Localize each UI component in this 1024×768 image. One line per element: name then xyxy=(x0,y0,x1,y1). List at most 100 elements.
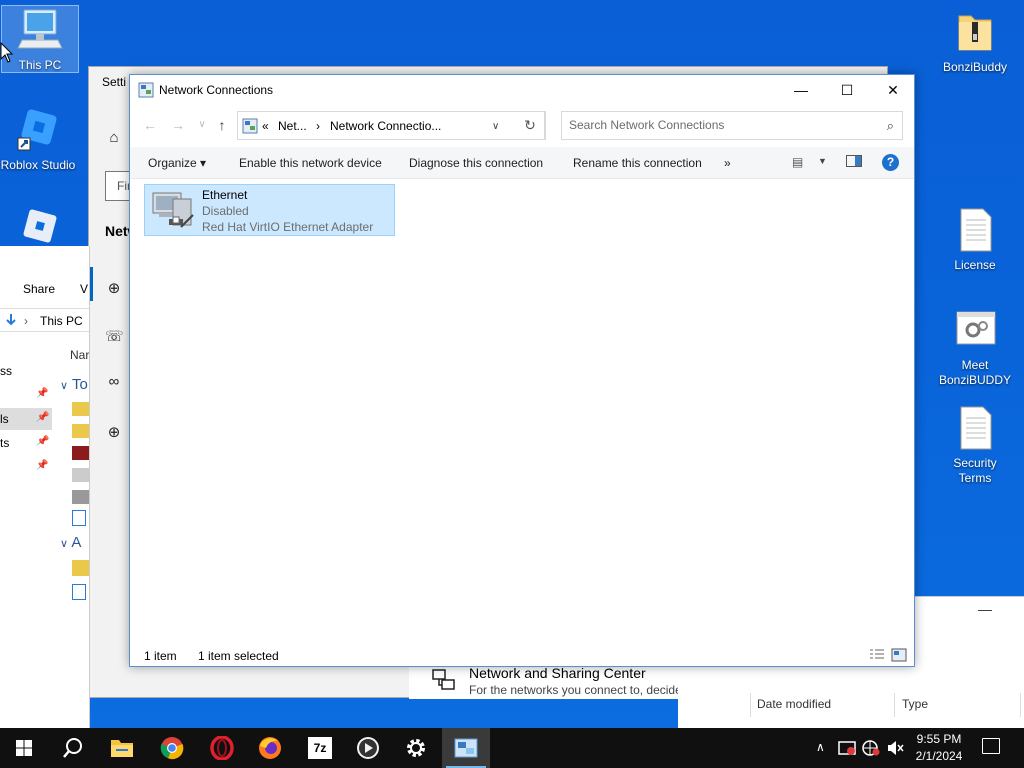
change-view-button[interactable]: ▤ xyxy=(792,155,803,169)
network-connections-app-icon xyxy=(138,82,154,98)
organize-button[interactable]: Organize ▾ xyxy=(148,156,206,170)
network-adapter-ethernet[interactable]: Ethernet Disabled Red Hat VirtIO Etherne… xyxy=(144,184,395,236)
taskbar-file-explorer[interactable] xyxy=(98,728,146,768)
network-connections-icon xyxy=(454,738,478,758)
details-view-icon[interactable] xyxy=(869,648,885,662)
desktop-icon-bonzibuddy[interactable]: BonziBuddy xyxy=(937,8,1013,75)
preview-pane-button[interactable] xyxy=(846,155,862,167)
desktop-icon-label: Meet BonziBUDDY xyxy=(938,358,1012,387)
network-connections-window[interactable]: Network Connections — ☐ ✕ ← → ∨ ↑ « Net.… xyxy=(129,74,915,667)
item-count: 1 item xyxy=(144,649,177,663)
recent-locations-button[interactable]: ∨ xyxy=(192,119,212,137)
defender-tray-icon[interactable] xyxy=(838,740,856,759)
taskbar-7zip[interactable]: 7z xyxy=(296,728,344,768)
network-tray-icon[interactable] xyxy=(862,740,880,759)
tiles-view-icon[interactable] xyxy=(891,648,907,662)
desktop-icon-label: License xyxy=(954,258,996,272)
search-box[interactable]: ⌕ xyxy=(561,111,903,140)
firefox-icon xyxy=(259,737,281,759)
taskbar-media-player[interactable] xyxy=(344,728,392,768)
title-bar[interactable]: Network Connections — ☐ ✕ xyxy=(130,75,914,105)
search-button[interactable] xyxy=(48,728,96,768)
media-player-icon xyxy=(357,737,379,759)
desktop-icon-label: Roblox Studio xyxy=(0,158,76,172)
search-icon xyxy=(63,738,82,758)
up-button[interactable]: ↑ xyxy=(212,117,232,135)
view-dropdown-button[interactable]: ▼ xyxy=(818,156,827,166)
search-icon[interactable]: ⌕ xyxy=(887,118,894,134)
desktop-icon-security-terms[interactable]: Security Terms xyxy=(937,404,1013,486)
taskbar-firefox[interactable] xyxy=(246,728,294,768)
desktop-icon-label: Security Terms xyxy=(953,456,997,485)
column-separator xyxy=(750,693,751,717)
windows-logo-icon xyxy=(16,740,32,756)
settings-title: Setti xyxy=(102,75,127,89)
taskbar-settings[interactable] xyxy=(392,728,440,768)
proxy-nav-icon[interactable]: ⊕ xyxy=(105,423,123,441)
help-button[interactable]: ? xyxy=(882,154,899,171)
close-button[interactable]: ✕ xyxy=(870,75,916,105)
taskbar-network-connections[interactable] xyxy=(442,728,490,768)
search-input[interactable] xyxy=(569,118,869,132)
explorer-border xyxy=(0,246,90,728)
breadcrumb-item[interactable]: Net... xyxy=(278,119,307,133)
folder-icon xyxy=(111,740,133,757)
more-commands-button[interactable]: » xyxy=(724,156,731,170)
desktop-icon-roblox-studio[interactable]: Roblox Studio xyxy=(0,106,76,173)
breadcrumb-overflow[interactable]: « xyxy=(262,119,269,133)
vpn-nav-icon[interactable]: ∞ xyxy=(105,373,123,391)
dialup-nav-icon[interactable]: ☏ xyxy=(105,327,124,345)
address-dropdown-button[interactable]: ∨ xyxy=(492,121,499,132)
column-separator xyxy=(1020,693,1021,717)
clock[interactable]: 9:55 PM 2/1/2024 xyxy=(908,731,970,765)
ethernet-nav-icon[interactable]: ⊕ xyxy=(105,279,123,297)
network-adapter-icon xyxy=(147,187,197,233)
command-bar: Organize ▾ Enable this network device Di… xyxy=(130,147,914,179)
adapter-device: Red Hat VirtIO Ethernet Adapter xyxy=(202,220,374,234)
roblox-studio-icon xyxy=(14,106,62,154)
taskbar-chrome[interactable] xyxy=(148,728,196,768)
maximize-button[interactable]: ☐ xyxy=(824,75,870,105)
control-panel-icon xyxy=(242,118,258,134)
chevron-right-icon: › xyxy=(316,119,320,133)
selected-count: 1 item selected xyxy=(198,649,279,663)
column-header-type[interactable]: Type xyxy=(902,697,928,711)
computer-icon xyxy=(16,6,64,54)
back-button[interactable]: ← xyxy=(140,117,160,135)
taskbar-opera[interactable] xyxy=(198,728,246,768)
status-bar: 1 item 1 item selected xyxy=(130,645,914,667)
address-box[interactable]: « Net... › Network Connectio... ∨ xyxy=(237,111,545,140)
minimize-button[interactable]: — xyxy=(778,75,824,105)
refresh-button[interactable]: ↻ xyxy=(515,111,546,140)
gear-icon xyxy=(407,739,425,757)
desktop-icon-roblox[interactable] xyxy=(0,206,76,246)
forward-button[interactable]: → xyxy=(168,117,188,135)
settings-file-icon xyxy=(951,306,999,354)
opera-icon xyxy=(210,736,234,760)
clock-time: 9:55 PM xyxy=(916,732,962,746)
desktop-icon-meet-bonzibuddy[interactable]: Meet BonziBUDDY xyxy=(937,306,1013,388)
notification-center-button[interactable] xyxy=(982,738,1000,754)
start-button[interactable] xyxy=(0,728,48,768)
desktop-icon-label: BonziBuddy xyxy=(942,60,1008,74)
volume-muted-icon[interactable] xyxy=(886,740,904,759)
text-document-icon xyxy=(951,206,999,254)
rename-button[interactable]: Rename this connection xyxy=(573,156,702,170)
taskbar: 7z ∧ 9:55 PM 2/1/2024 xyxy=(0,728,1024,768)
clock-date: 2/1/2024 xyxy=(915,749,963,763)
diagnose-button[interactable]: Diagnose this connection xyxy=(409,156,543,170)
address-bar-row: ← → ∨ ↑ « Net... › Network Connectio... … xyxy=(130,111,914,141)
explorer-window-this-pc[interactable]: Share V › This PC Nar ss ls 📌 ts 📌 📌 📌 ∨ T… xyxy=(0,246,90,728)
breadcrumb-item[interactable]: Network Connectio... xyxy=(330,119,441,133)
show-hidden-icons-button[interactable]: ∧ xyxy=(816,740,825,754)
column-separator xyxy=(894,693,895,717)
zip-folder-icon xyxy=(951,8,999,56)
home-icon[interactable]: ⌂ xyxy=(105,129,123,147)
network-sharing-icon xyxy=(431,667,457,693)
column-header-date-modified[interactable]: Date modified xyxy=(757,697,831,711)
mouse-cursor-icon xyxy=(0,42,14,63)
desktop-icon-license[interactable]: License xyxy=(937,206,1013,273)
adapter-name: Ethernet xyxy=(202,188,248,202)
minimize-button[interactable]: — xyxy=(978,601,992,617)
enable-device-button[interactable]: Enable this network device xyxy=(239,156,382,170)
